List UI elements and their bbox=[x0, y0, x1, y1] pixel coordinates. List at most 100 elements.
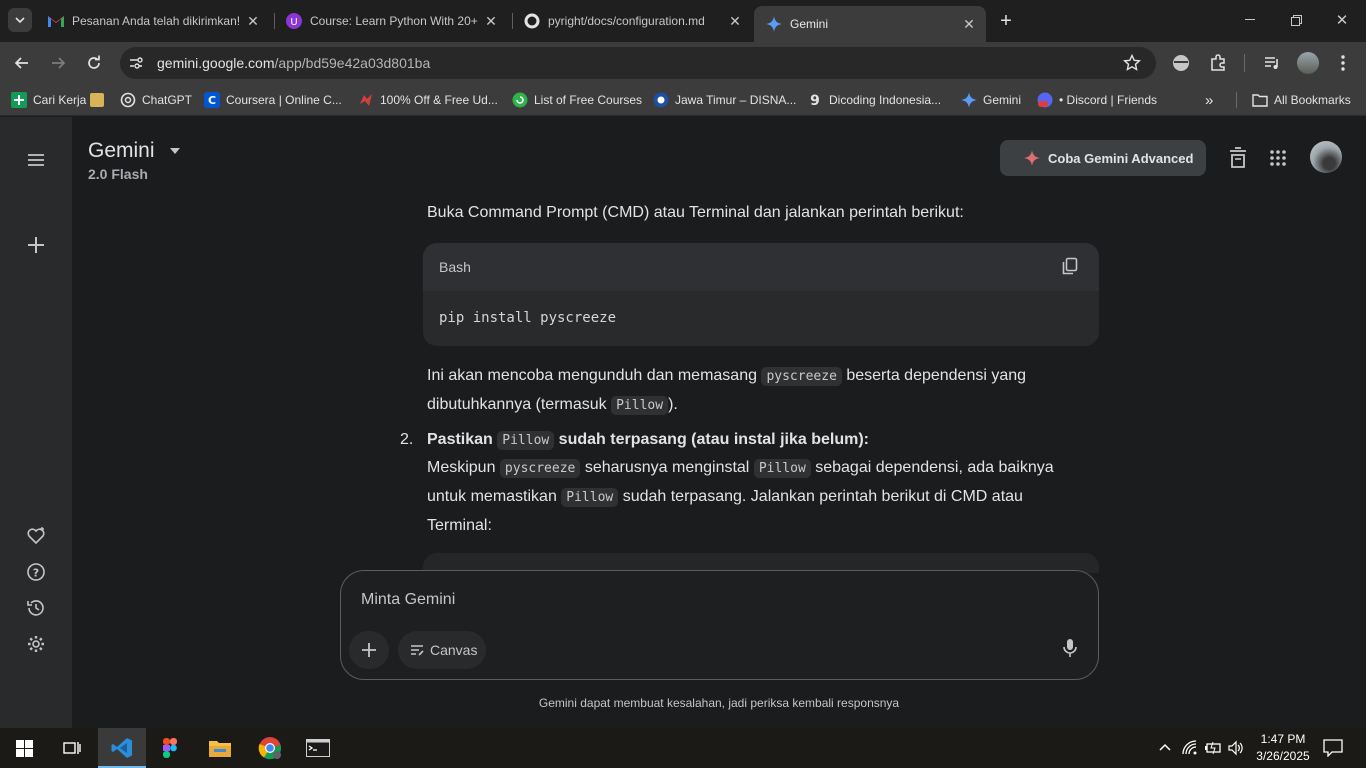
prompt-composer[interactable]: Minta Gemini Canvas bbox=[340, 570, 1099, 680]
canvas-button[interactable]: Canvas bbox=[398, 631, 486, 669]
canvas-icon bbox=[411, 645, 424, 656]
incognito-icon[interactable] bbox=[1172, 54, 1190, 72]
hamburger-icon bbox=[28, 154, 44, 166]
folder-icon bbox=[1252, 92, 1268, 108]
account-avatar[interactable] bbox=[1310, 141, 1342, 173]
microphone-button[interactable] bbox=[1063, 639, 1079, 659]
chevron-up-icon[interactable] bbox=[1158, 741, 1172, 755]
tab-gemini[interactable]: Gemini ✕ bbox=[754, 6, 986, 42]
tab-udemy[interactable]: U Course: Learn Python With 20+ ✕ bbox=[274, 6, 508, 36]
clock[interactable]: 1:47 PM 3/26/2025 bbox=[1250, 731, 1316, 767]
coursera-icon: C bbox=[204, 92, 220, 108]
wifi-icon[interactable] bbox=[1182, 740, 1198, 756]
bookmark-item[interactable]: C Coursera | Online C... bbox=[204, 91, 342, 109]
bookmark-item[interactable]: Cari Kerja bbox=[11, 91, 105, 109]
url-path: /app/bd59e42a03d801ba bbox=[274, 55, 431, 71]
taskbar-vscode[interactable] bbox=[98, 728, 146, 768]
main-panel: Buka Command Prompt (CMD) atau Terminal … bbox=[72, 117, 1366, 728]
text-span: Terminal: bbox=[427, 517, 492, 534]
bookmark-green-icon bbox=[11, 92, 27, 108]
openai-icon bbox=[120, 92, 136, 108]
bookmark-item[interactable]: List of Free Courses bbox=[512, 91, 642, 109]
taskbar-file-explorer[interactable] bbox=[196, 728, 244, 768]
address-bar[interactable]: gemini.google.com/app/bd59e42a03d801ba bbox=[120, 47, 1156, 79]
sidebar: ? bbox=[0, 117, 72, 728]
extensions-icon[interactable] bbox=[1209, 54, 1227, 72]
app-title[interactable]: Gemini bbox=[88, 139, 181, 163]
activity-button[interactable] bbox=[22, 594, 50, 622]
taskbar-figma[interactable] bbox=[146, 728, 194, 768]
close-window-button[interactable]: ✕ bbox=[1322, 6, 1362, 34]
taskbar-terminal[interactable] bbox=[294, 728, 342, 768]
add-attachment-button[interactable] bbox=[349, 631, 389, 669]
close-icon[interactable]: ✕ bbox=[958, 13, 980, 35]
heart-sparkle-icon bbox=[27, 527, 45, 545]
new-tab-button[interactable]: + bbox=[994, 9, 1018, 33]
forward-button[interactable] bbox=[46, 51, 70, 75]
plus-icon bbox=[362, 643, 376, 657]
bookmark-label: Coursera | Online C... bbox=[226, 93, 342, 107]
copy-code-button[interactable] bbox=[1061, 257, 1081, 277]
bookmark-item[interactable]: 9 Dicoding Indonesia... bbox=[807, 91, 941, 109]
bookmark-item[interactable]: • Discord | Friends bbox=[1037, 91, 1157, 109]
toolbar-divider bbox=[1244, 54, 1245, 72]
tab-github[interactable]: pyright/docs/configuration.md ✕ bbox=[512, 6, 752, 36]
arrow-right-icon bbox=[52, 57, 66, 69]
tab-search-button[interactable] bbox=[8, 8, 32, 32]
start-icon bbox=[15, 739, 33, 757]
profile-avatar[interactable] bbox=[1297, 52, 1319, 74]
text-span: Pastikan bbox=[427, 431, 498, 448]
back-button[interactable] bbox=[10, 51, 34, 75]
text-span: untuk memastikan bbox=[427, 488, 562, 505]
tab-title: pyright/docs/configuration.md bbox=[548, 14, 705, 28]
emoji-icon bbox=[90, 93, 105, 107]
site-info-icon[interactable] bbox=[128, 55, 144, 71]
bookmarks-overflow-button[interactable]: » bbox=[1205, 91, 1213, 109]
media-controls-icon[interactable] bbox=[1263, 54, 1281, 72]
plus-icon bbox=[28, 237, 44, 253]
bookmarks-divider bbox=[1236, 92, 1237, 108]
bookmark-item[interactable]: ChatGPT bbox=[120, 91, 192, 109]
prompt-input[interactable]: Minta Gemini bbox=[361, 591, 455, 609]
canvas-label: Canvas bbox=[430, 642, 478, 658]
tab-title: Course: Learn Python With 20+ bbox=[310, 14, 478, 28]
settings-button[interactable] bbox=[22, 630, 50, 658]
notification-icon[interactable] bbox=[1323, 739, 1343, 757]
minimize-button[interactable] bbox=[1230, 6, 1270, 34]
bookmark-item[interactable]: Gemini bbox=[961, 91, 1021, 109]
restore-icon bbox=[1290, 14, 1302, 26]
reload-button[interactable] bbox=[82, 51, 106, 75]
volume-icon[interactable] bbox=[1228, 740, 1244, 756]
list-item-title: Pastikan Pillow sudah terpasang (atau in… bbox=[427, 426, 869, 455]
inline-code: Pillow bbox=[561, 488, 619, 507]
more-menu-icon[interactable] bbox=[1334, 54, 1352, 72]
restore-button[interactable] bbox=[1276, 6, 1316, 34]
bookmark-label: List of Free Courses bbox=[534, 93, 643, 107]
apps-grid-button[interactable] bbox=[1269, 149, 1287, 167]
bookmark-item[interactable]: Jawa Timur – DISNA... bbox=[653, 91, 796, 109]
code-text: pip install pyscreeze bbox=[439, 310, 617, 326]
taskbar: 1:47 PM 3/26/2025 bbox=[0, 728, 1366, 768]
close-icon[interactable]: ✕ bbox=[480, 10, 502, 32]
gemini-advanced-button[interactable]: Coba Gemini Advanced bbox=[1000, 140, 1206, 176]
text-span: beserta dependensi yang bbox=[841, 367, 1027, 384]
taskbar-chrome[interactable] bbox=[246, 728, 294, 768]
start-button[interactable] bbox=[0, 728, 48, 768]
close-icon[interactable]: ✕ bbox=[242, 10, 264, 32]
gems-button[interactable] bbox=[22, 522, 50, 550]
task-view-button[interactable] bbox=[48, 728, 96, 768]
bookmark-item[interactable]: 100% Off & Free Ud... bbox=[358, 91, 498, 109]
new-chat-button[interactable] bbox=[22, 231, 50, 259]
bookmark-star-icon[interactable] bbox=[1123, 54, 1141, 72]
help-button[interactable]: ? bbox=[22, 558, 50, 586]
help-icon: ? bbox=[27, 563, 45, 581]
text-span: sudah terpasang (atau instal jika belum)… bbox=[554, 431, 869, 448]
close-icon[interactable]: ✕ bbox=[724, 10, 746, 32]
github-icon bbox=[524, 13, 540, 29]
tab-gmail[interactable]: Pesanan Anda telah dikirimkan! ✕ bbox=[36, 6, 270, 36]
all-bookmarks-button[interactable]: All Bookmarks bbox=[1252, 91, 1351, 109]
clear-chat-button[interactable] bbox=[1228, 147, 1248, 169]
battery-icon[interactable] bbox=[1204, 741, 1222, 755]
menu-button[interactable] bbox=[22, 146, 50, 174]
bookmarks-bar: Cari Kerja ChatGPT C Coursera | Online C… bbox=[0, 84, 1366, 116]
